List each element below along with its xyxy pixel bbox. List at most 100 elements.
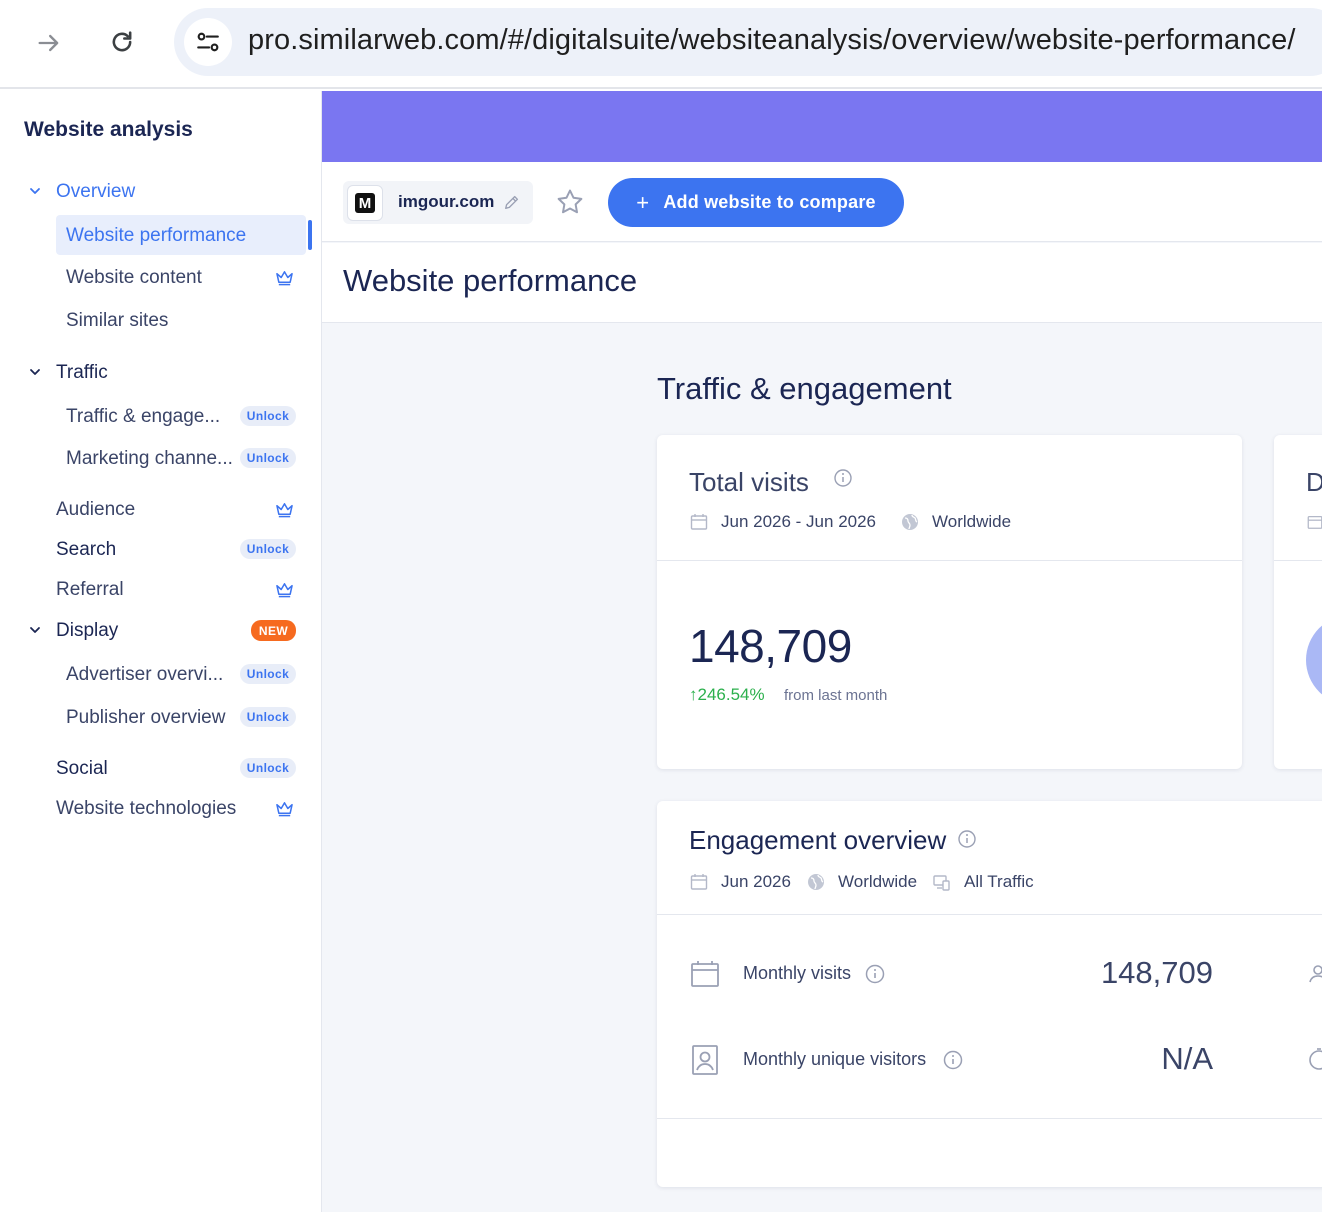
devices-icon: [933, 875, 950, 891]
globe-icon: [902, 514, 918, 530]
favicon-letter: M: [355, 193, 375, 213]
sidebar-group-display[interactable]: Display NEW: [0, 610, 320, 650]
change-value: ↑246.54%: [689, 685, 765, 705]
main-content: M imgour.com + Add website to compare We…: [322, 91, 1322, 1212]
total-visits-card: Total visits Jun 2026 - Jun 2026 Worldwi…: [657, 435, 1242, 769]
sidebar-item-label: Referral: [56, 579, 124, 600]
info-icon[interactable]: [865, 964, 885, 984]
globe-icon: [808, 874, 824, 890]
unlock-badge: Unlock: [240, 707, 296, 727]
sidebar-item-label: Advertiser overvi...: [66, 664, 224, 685]
traffic-type: All Traffic: [964, 872, 1034, 891]
card-divider: [657, 914, 1322, 915]
monthly-visits-value: 148,709: [1100, 955, 1213, 990]
tune-icon: [197, 32, 219, 52]
sidebar-item-label: Website content: [66, 267, 202, 288]
sidebar-item-label: Search: [56, 539, 117, 560]
pencil-icon[interactable]: [503, 193, 521, 211]
plus-icon: +: [636, 189, 650, 215]
change-percent: 246.54%: [697, 685, 765, 704]
donut-chart-partial: [1306, 615, 1322, 705]
sidebar-item-website-content[interactable]: Website content: [0, 257, 320, 297]
crown-icon: [276, 583, 293, 598]
chevron-down-icon: [30, 188, 40, 194]
sidebar-item-audience[interactable]: Audience: [0, 489, 320, 529]
crown-icon: [276, 271, 293, 286]
card-divider: [657, 560, 1242, 561]
crown-icon: [276, 802, 293, 817]
site-favicon: M: [347, 185, 383, 221]
user-icon: [1309, 965, 1322, 983]
address-bar[interactable]: pro.similarweb.com/#/digitalsuite/websit…: [174, 8, 1322, 76]
card-title: Total visits: [689, 467, 809, 497]
monthly-visits-label: Monthly visits: [743, 963, 852, 983]
calendar-icon: [691, 961, 719, 987]
traffic-meta: All Traffic: [932, 872, 1034, 892]
site-info-button[interactable]: [184, 18, 232, 66]
second-metric-card: D: [1274, 435, 1322, 769]
calendar-icon: [690, 874, 708, 890]
chevron-down-icon: [30, 369, 40, 375]
card-title: Engagement overview: [689, 825, 947, 855]
sidebar-item-label: Website technologies: [56, 798, 237, 819]
unlock-badge: Unlock: [240, 539, 296, 559]
total-visits-value: 148,709: [689, 620, 852, 672]
timer-icon: [1309, 1048, 1322, 1070]
info-icon[interactable]: [943, 1050, 963, 1070]
active-item-indicator: [308, 220, 312, 250]
calendar-icon: [690, 514, 708, 530]
info-icon[interactable]: [833, 468, 853, 488]
sidebar-item-label: Traffic: [56, 362, 108, 383]
sidebar-item-label: Marketing channe...: [66, 448, 233, 469]
sidebar-item-marketing-channels[interactable]: Marketing channe... Unlock: [0, 438, 320, 478]
unlock-badge: Unlock: [240, 448, 296, 468]
add-website-label: Add website to compare: [663, 192, 876, 212]
card-divider: [1274, 560, 1322, 561]
sidebar-item-label: Overview: [56, 181, 136, 202]
region-meta: Worldwide: [806, 872, 917, 892]
card-divider: [657, 1118, 1322, 1119]
sidebar-item-website-performance[interactable]: Website performance: [56, 215, 306, 255]
sidebar-item-similar-sites[interactable]: Similar sites: [0, 300, 320, 340]
sidebar-group-traffic[interactable]: Traffic: [0, 352, 320, 392]
sidebar-item-label: Publisher overview: [66, 707, 226, 728]
sidebar-item-label: Social: [56, 758, 108, 779]
forward-button[interactable]: [32, 26, 66, 60]
calendar-icon: [1307, 515, 1322, 529]
sidebar-item-label: Display: [56, 620, 119, 641]
user-card-icon: [692, 1045, 718, 1075]
info-icon[interactable]: [957, 829, 977, 849]
unique-visitors-label: Monthly unique visitors: [743, 1049, 927, 1069]
sidebar-group-overview[interactable]: Overview: [0, 171, 320, 211]
url-text[interactable]: pro.similarweb.com/#/digitalsuite/websit…: [248, 24, 1296, 57]
sidebar-item-publisher-overview[interactable]: Publisher overview Unlock: [0, 697, 320, 737]
sidebar-title: Website analysis: [24, 118, 193, 141]
star-icon[interactable]: [555, 187, 585, 217]
sidebar-item-search[interactable]: Search Unlock: [0, 529, 320, 569]
sidebar-item-traffic-engagement[interactable]: Traffic & engage... Unlock: [0, 396, 320, 436]
arrow-right-icon: [38, 34, 59, 52]
sidebar-item-website-technologies[interactable]: Website technologies: [0, 788, 320, 828]
engagement-overview-card: Engagement overview Jun 2026 Worldwide A…: [657, 801, 1322, 1187]
unique-visitors-value: N/A: [1161, 1041, 1213, 1076]
change-note: from last month: [784, 687, 888, 704]
date: Jun 2026: [721, 872, 791, 891]
unlock-badge: Unlock: [240, 758, 296, 778]
chevron-down-icon: [30, 627, 40, 633]
sidebar-item-referral[interactable]: Referral: [0, 569, 320, 609]
region: Worldwide: [838, 872, 918, 891]
sidebar-item-label: Website performance: [66, 225, 247, 246]
sidebar-item-advertiser-overview[interactable]: Advertiser overvi... Unlock: [0, 654, 320, 694]
date-range-meta: Jun 2026 - Jun 2026: [689, 512, 876, 532]
sidebar-item-label: Similar sites: [66, 310, 169, 331]
unlock-badge: Unlock: [240, 664, 296, 684]
sidebar-item-label: Traffic & engage...: [66, 406, 221, 427]
crown-icon: [276, 503, 293, 518]
browser-toolbar: pro.similarweb.com/#/digitalsuite/websit…: [0, 0, 1322, 89]
add-website-to-compare-button[interactable]: + Add website to compare: [608, 178, 904, 227]
site-selector[interactable]: M imgour.com: [343, 181, 533, 224]
reload-button[interactable]: [104, 24, 140, 60]
sidebar-item-social[interactable]: Social Unlock: [0, 748, 320, 788]
region-meta: Worldwide: [900, 512, 1011, 532]
sidebar-item-label: Audience: [56, 499, 136, 520]
